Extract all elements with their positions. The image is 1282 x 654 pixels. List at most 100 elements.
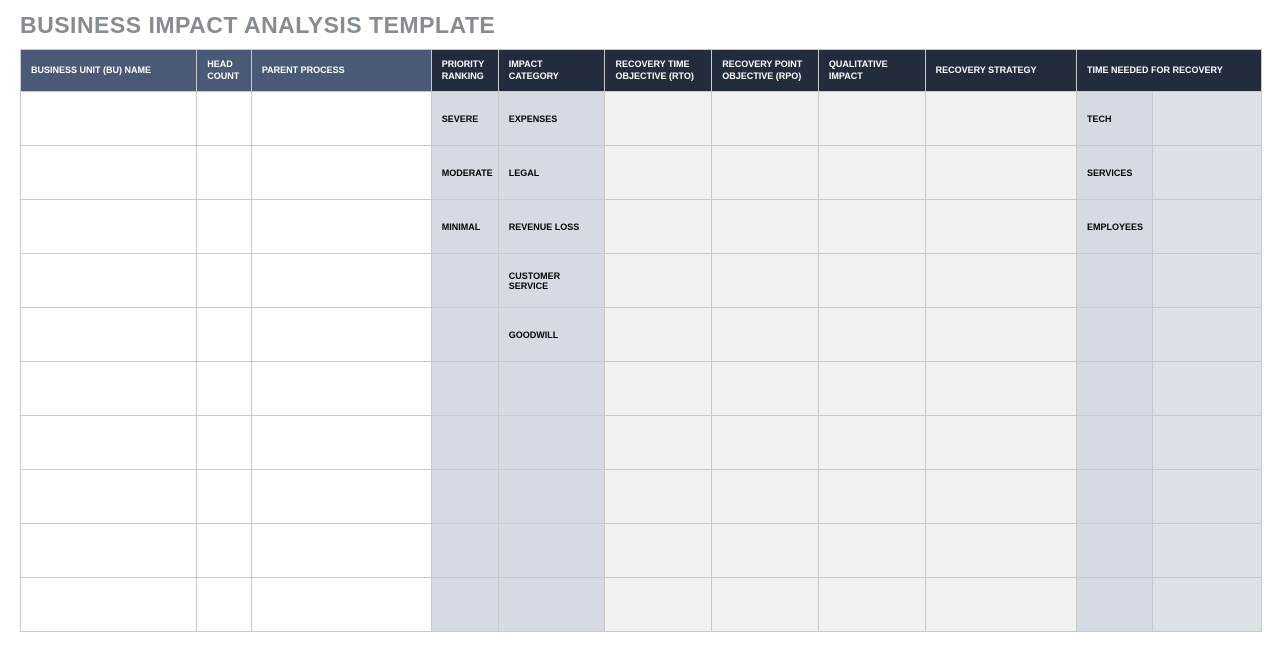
cell-time-needed-label[interactable]: SERVICES bbox=[1077, 146, 1153, 200]
cell-bu-name[interactable] bbox=[21, 146, 197, 200]
cell-time-needed-value[interactable] bbox=[1152, 416, 1261, 470]
cell-impact-category[interactable]: LEGAL bbox=[498, 146, 605, 200]
cell-rpo[interactable] bbox=[712, 200, 819, 254]
cell-impact-category[interactable] bbox=[498, 578, 605, 632]
cell-impact-category[interactable]: CUSTOMER SERVICE bbox=[498, 254, 605, 308]
cell-rto[interactable] bbox=[605, 200, 712, 254]
cell-priority-ranking[interactable] bbox=[431, 308, 498, 362]
cell-time-needed-label[interactable] bbox=[1077, 416, 1153, 470]
cell-priority-ranking[interactable]: MINIMAL bbox=[431, 200, 498, 254]
cell-impact-category[interactable] bbox=[498, 362, 605, 416]
cell-impact-category[interactable]: GOODWILL bbox=[498, 308, 605, 362]
cell-rpo[interactable] bbox=[712, 146, 819, 200]
cell-qualitative-impact[interactable] bbox=[818, 470, 925, 524]
cell-head-count[interactable] bbox=[197, 254, 252, 308]
cell-bu-name[interactable] bbox=[21, 254, 197, 308]
cell-head-count[interactable] bbox=[197, 524, 252, 578]
cell-parent-process[interactable] bbox=[251, 92, 431, 146]
cell-impact-category[interactable] bbox=[498, 470, 605, 524]
cell-rpo[interactable] bbox=[712, 308, 819, 362]
cell-rpo[interactable] bbox=[712, 470, 819, 524]
cell-rto[interactable] bbox=[605, 578, 712, 632]
cell-qualitative-impact[interactable] bbox=[818, 362, 925, 416]
cell-parent-process[interactable] bbox=[251, 200, 431, 254]
cell-qualitative-impact[interactable] bbox=[818, 200, 925, 254]
cell-head-count[interactable] bbox=[197, 146, 252, 200]
cell-time-needed-label[interactable] bbox=[1077, 254, 1153, 308]
cell-time-needed-label[interactable] bbox=[1077, 308, 1153, 362]
cell-rpo[interactable] bbox=[712, 524, 819, 578]
cell-head-count[interactable] bbox=[197, 92, 252, 146]
cell-qualitative-impact[interactable] bbox=[818, 92, 925, 146]
cell-priority-ranking[interactable] bbox=[431, 470, 498, 524]
cell-head-count[interactable] bbox=[197, 362, 252, 416]
cell-rto[interactable] bbox=[605, 254, 712, 308]
cell-head-count[interactable] bbox=[197, 416, 252, 470]
cell-bu-name[interactable] bbox=[21, 524, 197, 578]
cell-parent-process[interactable] bbox=[251, 254, 431, 308]
cell-recovery-strategy[interactable] bbox=[925, 146, 1076, 200]
cell-parent-process[interactable] bbox=[251, 308, 431, 362]
cell-parent-process[interactable] bbox=[251, 470, 431, 524]
cell-rto[interactable] bbox=[605, 524, 712, 578]
cell-recovery-strategy[interactable] bbox=[925, 200, 1076, 254]
cell-priority-ranking[interactable] bbox=[431, 416, 498, 470]
cell-qualitative-impact[interactable] bbox=[818, 254, 925, 308]
cell-rpo[interactable] bbox=[712, 416, 819, 470]
cell-recovery-strategy[interactable] bbox=[925, 362, 1076, 416]
cell-recovery-strategy[interactable] bbox=[925, 470, 1076, 524]
cell-qualitative-impact[interactable] bbox=[818, 524, 925, 578]
cell-parent-process[interactable] bbox=[251, 416, 431, 470]
cell-recovery-strategy[interactable] bbox=[925, 416, 1076, 470]
cell-head-count[interactable] bbox=[197, 470, 252, 524]
cell-rto[interactable] bbox=[605, 308, 712, 362]
cell-priority-ranking[interactable]: SEVERE bbox=[431, 92, 498, 146]
cell-time-needed-label[interactable] bbox=[1077, 362, 1153, 416]
cell-qualitative-impact[interactable] bbox=[818, 308, 925, 362]
cell-parent-process[interactable] bbox=[251, 362, 431, 416]
cell-impact-category[interactable]: EXPENSES bbox=[498, 92, 605, 146]
cell-time-needed-value[interactable] bbox=[1152, 578, 1261, 632]
cell-head-count[interactable] bbox=[197, 308, 252, 362]
cell-rpo[interactable] bbox=[712, 362, 819, 416]
cell-rpo[interactable] bbox=[712, 254, 819, 308]
cell-head-count[interactable] bbox=[197, 578, 252, 632]
cell-recovery-strategy[interactable] bbox=[925, 254, 1076, 308]
cell-bu-name[interactable] bbox=[21, 200, 197, 254]
cell-time-needed-value[interactable] bbox=[1152, 524, 1261, 578]
cell-bu-name[interactable] bbox=[21, 578, 197, 632]
cell-time-needed-value[interactable] bbox=[1152, 146, 1261, 200]
cell-parent-process[interactable] bbox=[251, 146, 431, 200]
cell-qualitative-impact[interactable] bbox=[818, 416, 925, 470]
cell-parent-process[interactable] bbox=[251, 578, 431, 632]
cell-priority-ranking[interactable] bbox=[431, 578, 498, 632]
cell-time-needed-label[interactable] bbox=[1077, 578, 1153, 632]
cell-bu-name[interactable] bbox=[21, 470, 197, 524]
cell-time-needed-label[interactable] bbox=[1077, 524, 1153, 578]
cell-time-needed-value[interactable] bbox=[1152, 200, 1261, 254]
cell-rto[interactable] bbox=[605, 416, 712, 470]
cell-priority-ranking[interactable] bbox=[431, 362, 498, 416]
cell-priority-ranking[interactable] bbox=[431, 254, 498, 308]
cell-rto[interactable] bbox=[605, 92, 712, 146]
cell-qualitative-impact[interactable] bbox=[818, 146, 925, 200]
cell-time-needed-label[interactable] bbox=[1077, 470, 1153, 524]
cell-time-needed-label[interactable]: EMPLOYEES bbox=[1077, 200, 1153, 254]
cell-time-needed-value[interactable] bbox=[1152, 362, 1261, 416]
cell-bu-name[interactable] bbox=[21, 416, 197, 470]
cell-impact-category[interactable] bbox=[498, 524, 605, 578]
cell-recovery-strategy[interactable] bbox=[925, 92, 1076, 146]
cell-rto[interactable] bbox=[605, 146, 712, 200]
cell-parent-process[interactable] bbox=[251, 524, 431, 578]
cell-priority-ranking[interactable] bbox=[431, 524, 498, 578]
cell-time-needed-label[interactable]: TECH bbox=[1077, 92, 1153, 146]
cell-time-needed-value[interactable] bbox=[1152, 92, 1261, 146]
cell-bu-name[interactable] bbox=[21, 92, 197, 146]
cell-qualitative-impact[interactable] bbox=[818, 578, 925, 632]
cell-rpo[interactable] bbox=[712, 578, 819, 632]
cell-time-needed-value[interactable] bbox=[1152, 308, 1261, 362]
cell-impact-category[interactable]: REVENUE LOSS bbox=[498, 200, 605, 254]
cell-rto[interactable] bbox=[605, 470, 712, 524]
cell-time-needed-value[interactable] bbox=[1152, 254, 1261, 308]
cell-bu-name[interactable] bbox=[21, 362, 197, 416]
